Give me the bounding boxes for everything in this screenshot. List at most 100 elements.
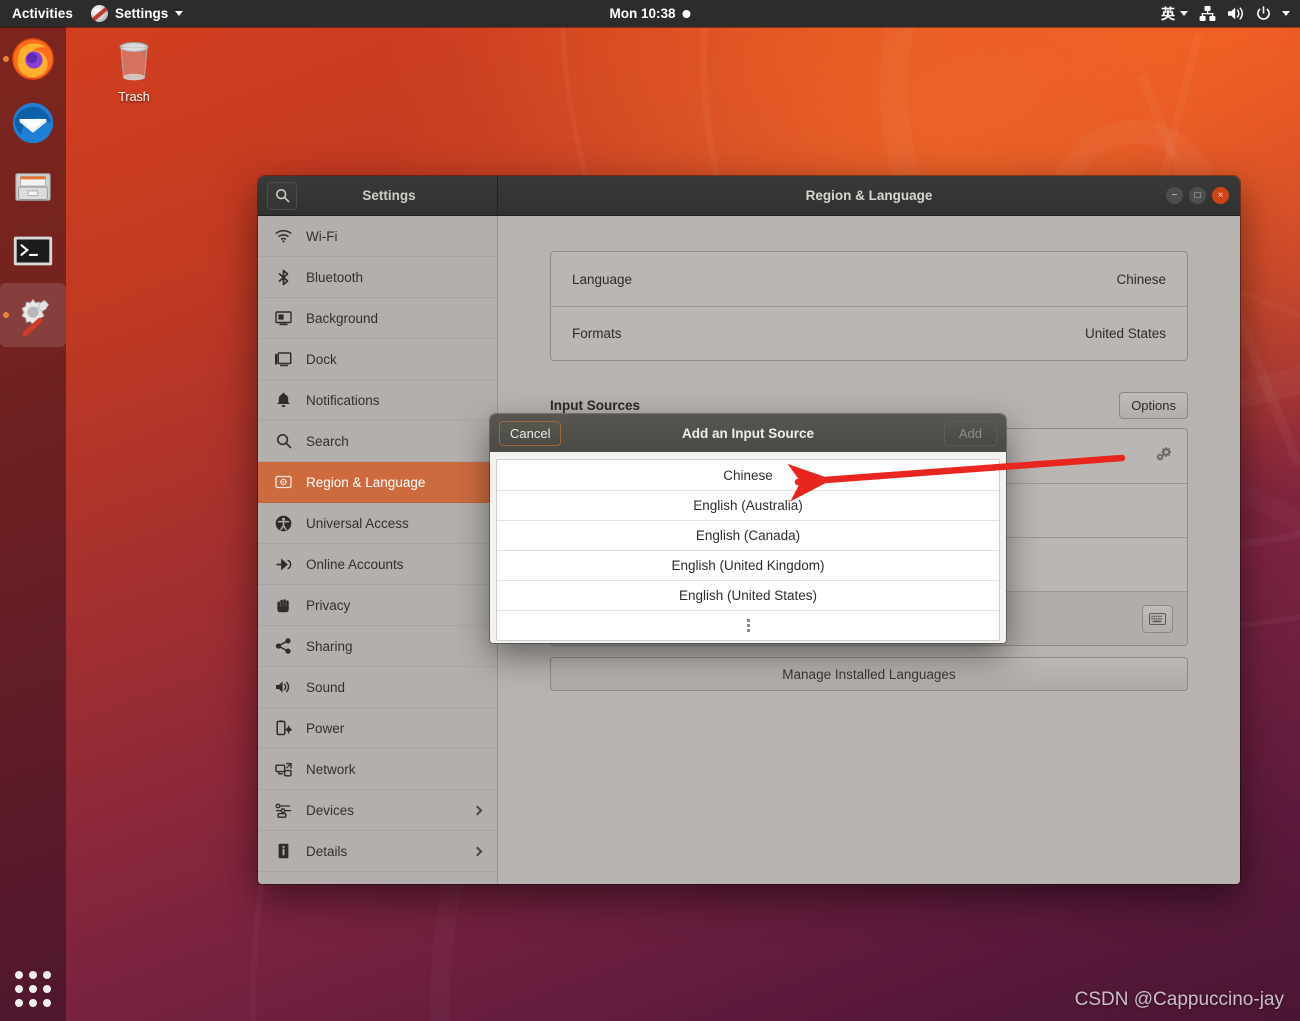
app-menu-settings[interactable]: Settings xyxy=(83,5,191,22)
running-indicator xyxy=(3,56,9,62)
sidebar-item-search[interactable]: Search xyxy=(258,421,497,462)
network-icon xyxy=(275,761,292,778)
system-tray: 英 xyxy=(1161,4,1290,24)
sidebar-item-details[interactable]: Details xyxy=(258,831,497,872)
sidebar-item-network[interactable]: Network xyxy=(258,749,497,790)
row-label: Language xyxy=(572,271,633,287)
cancel-button[interactable]: Cancel xyxy=(499,420,562,446)
online-accounts-icon xyxy=(275,556,292,573)
sidebar-item-label: Sharing xyxy=(306,638,353,654)
power-icon[interactable] xyxy=(1256,6,1271,21)
search-icon xyxy=(275,188,289,203)
trash-icon xyxy=(119,42,149,81)
sharing-icon xyxy=(275,638,292,655)
sidebar-item-label: Search xyxy=(306,433,349,449)
minimize-button[interactable]: − xyxy=(1166,187,1183,204)
sidebar-item-background[interactable]: Background xyxy=(258,298,497,339)
bell-icon xyxy=(275,392,292,409)
desktop-icon-trash[interactable]: Trash xyxy=(98,38,170,104)
dock xyxy=(0,27,66,1021)
notification-dot-icon xyxy=(682,9,691,18)
list-item-more[interactable] xyxy=(497,610,999,640)
chevron-right-icon xyxy=(472,805,483,815)
devices-icon xyxy=(275,802,292,819)
sidebar-item-label: Notifications xyxy=(306,392,380,408)
row-label: Formats xyxy=(572,326,622,341)
add-input-source-dialog: Cancel Add an Input Source Add Chinese E… xyxy=(490,414,1006,643)
sidebar-item-online-accounts[interactable]: Online Accounts xyxy=(258,544,497,585)
sound-icon xyxy=(275,679,292,696)
dock-item-settings[interactable] xyxy=(0,283,66,347)
dock-item-terminal[interactable] xyxy=(0,219,66,283)
volume-high-icon[interactable] xyxy=(1227,6,1245,21)
privacy-hand-icon xyxy=(275,597,292,614)
trash-label: Trash xyxy=(118,90,150,104)
region-language-icon xyxy=(275,474,292,491)
sidebar-item-wi-fi[interactable]: Wi-Fi xyxy=(258,216,497,257)
sidebar-item-privacy[interactable]: Privacy xyxy=(258,585,497,626)
sidebar-item-dock[interactable]: Dock xyxy=(258,339,497,380)
sidebar-item-label: Universal Access xyxy=(306,515,409,531)
sidebar-item-bluetooth[interactable]: Bluetooth xyxy=(258,257,497,298)
ime-indicator[interactable]: 英 xyxy=(1161,4,1188,24)
activities-button[interactable]: Activities xyxy=(0,6,83,21)
dock-item-firefox[interactable] xyxy=(0,27,66,91)
power-battery-icon xyxy=(275,720,292,737)
dialog-header: Cancel Add an Input Source Add xyxy=(490,414,1006,452)
titlebar-right: Region & Language − □ × xyxy=(498,176,1240,215)
input-source-list: Chinese English (Australia) English (Can… xyxy=(496,459,1000,641)
clock-button[interactable]: Mon 10:38 xyxy=(609,6,691,21)
keyboard-button[interactable] xyxy=(1142,604,1173,633)
chevron-down-icon[interactable] xyxy=(1282,11,1290,16)
input-sources-title: Input Sources xyxy=(550,398,641,413)
list-item-english-canada[interactable]: English (Canada) xyxy=(497,520,999,550)
sidebar-item-label: Details xyxy=(306,843,348,859)
terminal-icon xyxy=(13,236,53,266)
manage-installed-languages-button[interactable]: Manage Installed Languages xyxy=(550,657,1188,691)
gear-icon[interactable] xyxy=(1156,445,1173,467)
list-item-english-united-kingdom[interactable]: English (United Kingdom) xyxy=(497,550,999,580)
sidebar-item-universal-access[interactable]: Universal Access xyxy=(258,503,497,544)
titlebar-left: Settings xyxy=(258,176,498,215)
firefox-icon xyxy=(12,38,54,80)
maximize-button[interactable]: □ xyxy=(1189,187,1206,204)
add-button[interactable]: Add xyxy=(943,420,997,446)
list-item-english-australia[interactable]: English (Australia) xyxy=(497,490,999,520)
apps-grid-icon xyxy=(15,971,51,1007)
sidebar-item-label: Wi-Fi xyxy=(306,228,338,244)
list-item-english-united-states[interactable]: English (United States) xyxy=(497,580,999,610)
row-formats[interactable]: Formats United States xyxy=(551,306,1187,360)
top-bar: Activities Settings Mon 10:38 英 xyxy=(0,0,1300,27)
dock-item-files[interactable] xyxy=(0,155,66,219)
page-title: Region & Language xyxy=(805,188,933,203)
sidebar-item-label: Devices xyxy=(306,802,355,818)
sidebar-item-label: Online Accounts xyxy=(306,556,404,572)
show-applications-button[interactable] xyxy=(0,957,66,1021)
sidebar-item-label: Dock xyxy=(306,351,337,367)
search-icon xyxy=(275,433,292,450)
sidebar-item-devices[interactable]: Devices xyxy=(258,790,497,831)
manage-label: Manage Installed Languages xyxy=(782,666,956,682)
row-language[interactable]: Language Chinese xyxy=(551,252,1187,306)
list-item-chinese[interactable]: Chinese xyxy=(497,460,999,490)
close-button[interactable]: × xyxy=(1212,187,1229,204)
sidebar-item-notifications[interactable]: Notifications xyxy=(258,380,497,421)
search-button[interactable] xyxy=(267,181,297,210)
window-titlebar[interactable]: Settings Region & Language − □ × xyxy=(258,176,1240,216)
row-value: Chinese xyxy=(1116,271,1166,287)
wifi-icon xyxy=(275,228,292,245)
keyboard-icon xyxy=(1149,612,1166,625)
options-button[interactable]: Options xyxy=(1119,392,1188,419)
dock-item-thunderbird[interactable] xyxy=(0,91,66,155)
network-wired-icon[interactable] xyxy=(1199,6,1216,21)
app-menu-label: Settings xyxy=(115,6,169,21)
sidebar-item-region-and-language[interactable]: Region & Language xyxy=(258,462,497,503)
settings-tools-icon xyxy=(21,298,49,337)
background-icon xyxy=(275,310,292,327)
thunderbird-icon xyxy=(12,102,54,144)
window-controls: − □ × xyxy=(1166,187,1229,204)
sidebar-item-sound[interactable]: Sound xyxy=(258,667,497,708)
sidebar-item-label: Privacy xyxy=(306,597,351,613)
sidebar-item-sharing[interactable]: Sharing xyxy=(258,626,497,667)
sidebar-item-power[interactable]: Power xyxy=(258,708,497,749)
